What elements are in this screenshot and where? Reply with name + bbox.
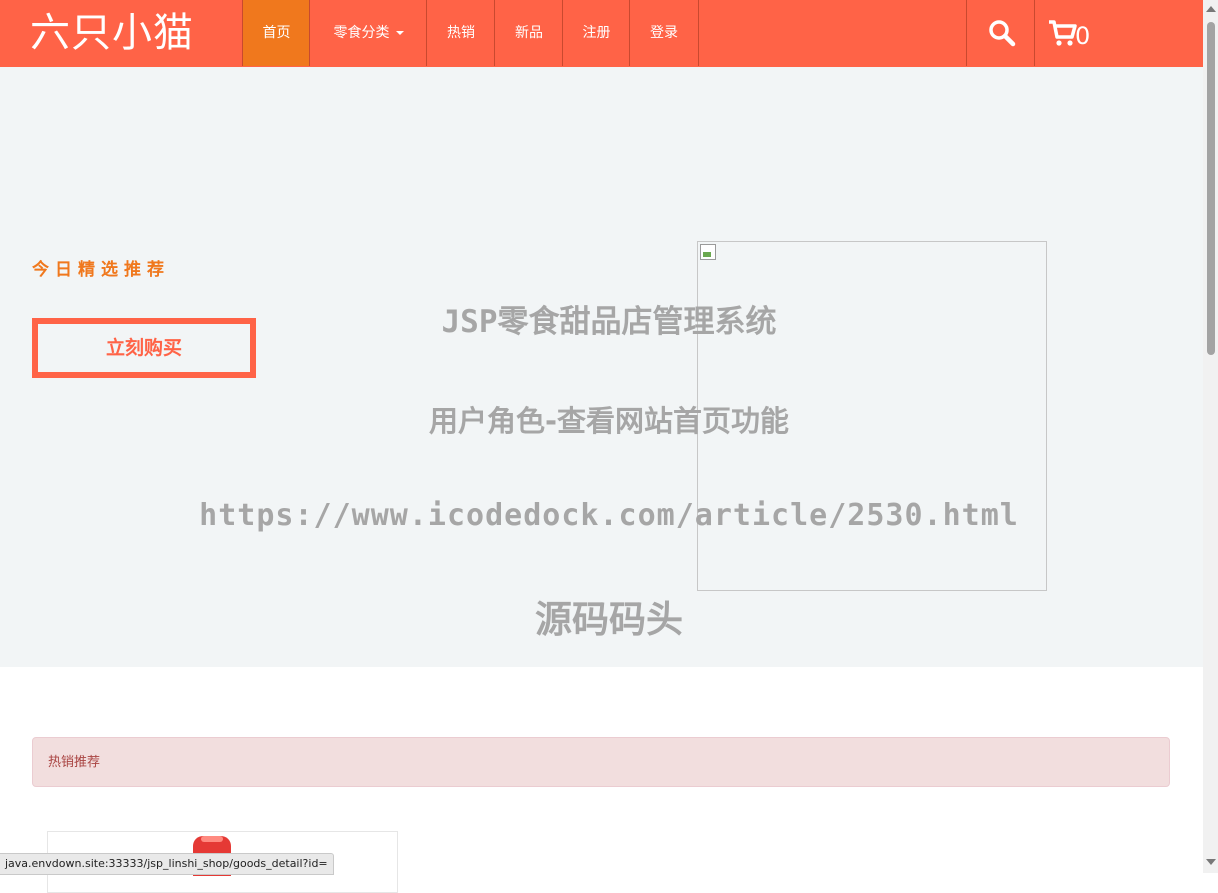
- watermark-title: JSP零食甜品店管理系统: [441, 304, 777, 340]
- caret-down-icon: [395, 31, 404, 35]
- scroll-down-icon[interactable]: [1206, 859, 1216, 865]
- nav-item-label: 新品: [515, 25, 543, 41]
- hot-section-header: 热销推荐: [32, 737, 1170, 787]
- scroll-up-icon[interactable]: [1206, 6, 1216, 12]
- broken-image-icon: [700, 244, 716, 260]
- watermark-subtitle: 用户角色-查看网站首页功能: [428, 404, 790, 438]
- nav-item-categories[interactable]: 零食分类: [309, 0, 427, 66]
- nav-item-label: 首页: [262, 25, 291, 41]
- brand-logo[interactable]: 六只小猫: [30, 4, 194, 62]
- nav-item-new[interactable]: 新品: [494, 0, 563, 66]
- watermark-source: 源码码头: [535, 598, 683, 641]
- scrollbar-thumb[interactable]: [1207, 22, 1215, 355]
- nav-item-login[interactable]: 登录: [629, 0, 699, 66]
- search-icon: [989, 20, 1016, 47]
- nav-item-label: 零食分类: [333, 25, 390, 41]
- hot-section-title: 热销推荐: [48, 755, 101, 770]
- nav-item-register[interactable]: 注册: [562, 0, 630, 66]
- hero-subtitle: 今日精选推荐: [32, 260, 170, 280]
- nav-item-label: 注册: [582, 25, 611, 41]
- status-bar-url: java.envdown.site:33333/jsp_linshi_shop/…: [0, 853, 334, 875]
- watermark-url: https://www.icodedock.com/article/2530.h…: [199, 498, 1019, 533]
- hero-banner: 今日精选推荐 立刻购买: [0, 67, 1203, 667]
- nav-item-hot[interactable]: 热销: [426, 0, 495, 66]
- page-scrollbar[interactable]: [1203, 0, 1218, 873]
- cart-count: 0: [1075, 22, 1091, 50]
- top-navbar: 六只小猫 首页 零食分类 热销 新品 注册 登录 0: [0, 0, 1203, 67]
- nav-item-label: 热销: [447, 25, 475, 41]
- nav-item-home[interactable]: 首页: [242, 0, 310, 66]
- cart-button[interactable]: 0: [1034, 0, 1204, 66]
- cart-icon: [1049, 20, 1077, 46]
- nav-item-label: 登录: [650, 25, 678, 41]
- search-button[interactable]: [966, 0, 1035, 66]
